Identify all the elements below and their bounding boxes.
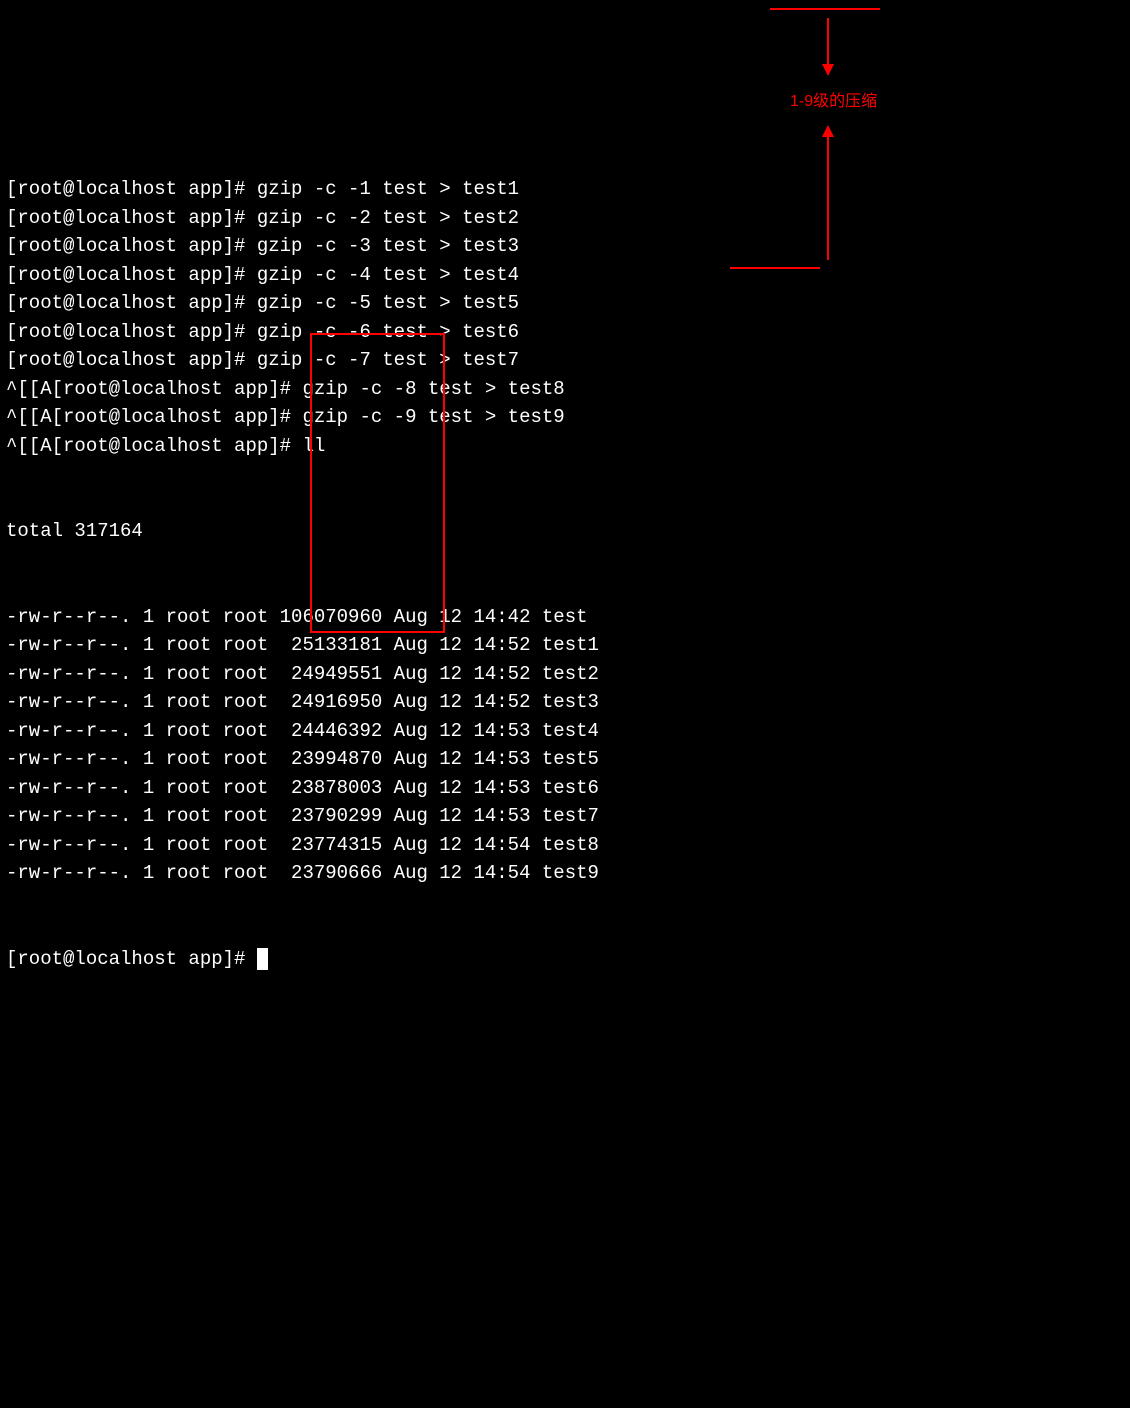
command-line: ^[[A[root@localhost app]# gzip -c -9 tes… bbox=[6, 403, 1124, 432]
prompt: [root@localhost app]# bbox=[6, 264, 257, 286]
prompt: [root@localhost app]# bbox=[6, 178, 257, 200]
command-line: [root@localhost app]# gzip -c -6 test > … bbox=[6, 318, 1124, 347]
command-text: gzip -c -5 test > test5 bbox=[257, 292, 519, 314]
command-text: gzip -c -3 test > test3 bbox=[257, 235, 519, 257]
listing-row: -rw-r--r--. 1 root root 24446392 Aug 12 … bbox=[6, 717, 1124, 746]
annotation-line-top bbox=[770, 8, 880, 10]
listing-row: -rw-r--r--. 1 root root 24949551 Aug 12 … bbox=[6, 660, 1124, 689]
command-text: ll bbox=[302, 435, 325, 457]
command-text: gzip -c -6 test > test6 bbox=[257, 321, 519, 343]
prompt: ^[[A[root@localhost app]# bbox=[6, 378, 302, 400]
command-line: [root@localhost app]# gzip -c -3 test > … bbox=[6, 232, 1124, 261]
cursor bbox=[257, 948, 268, 970]
listing-row: -rw-r--r--. 1 root root 23878003 Aug 12 … bbox=[6, 774, 1124, 803]
command-text: gzip -c -8 test > test8 bbox=[302, 378, 564, 400]
total-line: total 317164 bbox=[6, 517, 1124, 546]
command-text: gzip -c -9 test > test9 bbox=[302, 406, 564, 428]
command-line: [root@localhost app]# gzip -c -1 test > … bbox=[6, 175, 1124, 204]
prompt: ^[[A[root@localhost app]# bbox=[6, 435, 302, 457]
prompt: ^[[A[root@localhost app]# bbox=[6, 406, 302, 428]
prompt: [root@localhost app]# bbox=[6, 292, 257, 314]
command-line: [root@localhost app]# gzip -c -5 test > … bbox=[6, 289, 1124, 318]
final-prompt: [root@localhost app]# bbox=[6, 948, 257, 970]
command-line: [root@localhost app]# gzip -c -4 test > … bbox=[6, 261, 1124, 290]
prompt: [root@localhost app]# bbox=[6, 349, 257, 371]
prompt: [root@localhost app]# bbox=[6, 321, 257, 343]
listing-row: -rw-r--r--. 1 root root 23790666 Aug 12 … bbox=[6, 859, 1124, 888]
listing-row: -rw-r--r--. 1 root root 106070960 Aug 12… bbox=[6, 603, 1124, 632]
command-line: [root@localhost app]# gzip -c -7 test > … bbox=[6, 346, 1124, 375]
command-text: gzip -c -1 test > test1 bbox=[257, 178, 519, 200]
listing-row: -rw-r--r--. 1 root root 24916950 Aug 12 … bbox=[6, 688, 1124, 717]
prompt: [root@localhost app]# bbox=[6, 207, 257, 229]
command-line: ^[[A[root@localhost app]# gzip -c -8 tes… bbox=[6, 375, 1124, 404]
command-text: gzip -c -7 test > test7 bbox=[257, 349, 519, 371]
terminal-output[interactable]: [root@localhost app]# gzip -c -1 test > … bbox=[6, 118, 1124, 1002]
listing-row: -rw-r--r--. 1 root root 23790299 Aug 12 … bbox=[6, 802, 1124, 831]
listing-row: -rw-r--r--. 1 root root 25133181 Aug 12 … bbox=[6, 631, 1124, 660]
command-text: gzip -c -4 test > test4 bbox=[257, 264, 519, 286]
prompt: [root@localhost app]# bbox=[6, 235, 257, 257]
prompt-line[interactable]: [root@localhost app]# bbox=[6, 945, 1124, 974]
arrow-down-icon bbox=[818, 18, 838, 78]
annotation-label: 1-9级的压缩 bbox=[790, 90, 877, 114]
command-line: ^[[A[root@localhost app]# ll bbox=[6, 432, 1124, 461]
listing-row: -rw-r--r--. 1 root root 23994870 Aug 12 … bbox=[6, 745, 1124, 774]
command-text: gzip -c -2 test > test2 bbox=[257, 207, 519, 229]
command-line: [root@localhost app]# gzip -c -2 test > … bbox=[6, 204, 1124, 233]
listing-row: -rw-r--r--. 1 root root 23774315 Aug 12 … bbox=[6, 831, 1124, 860]
